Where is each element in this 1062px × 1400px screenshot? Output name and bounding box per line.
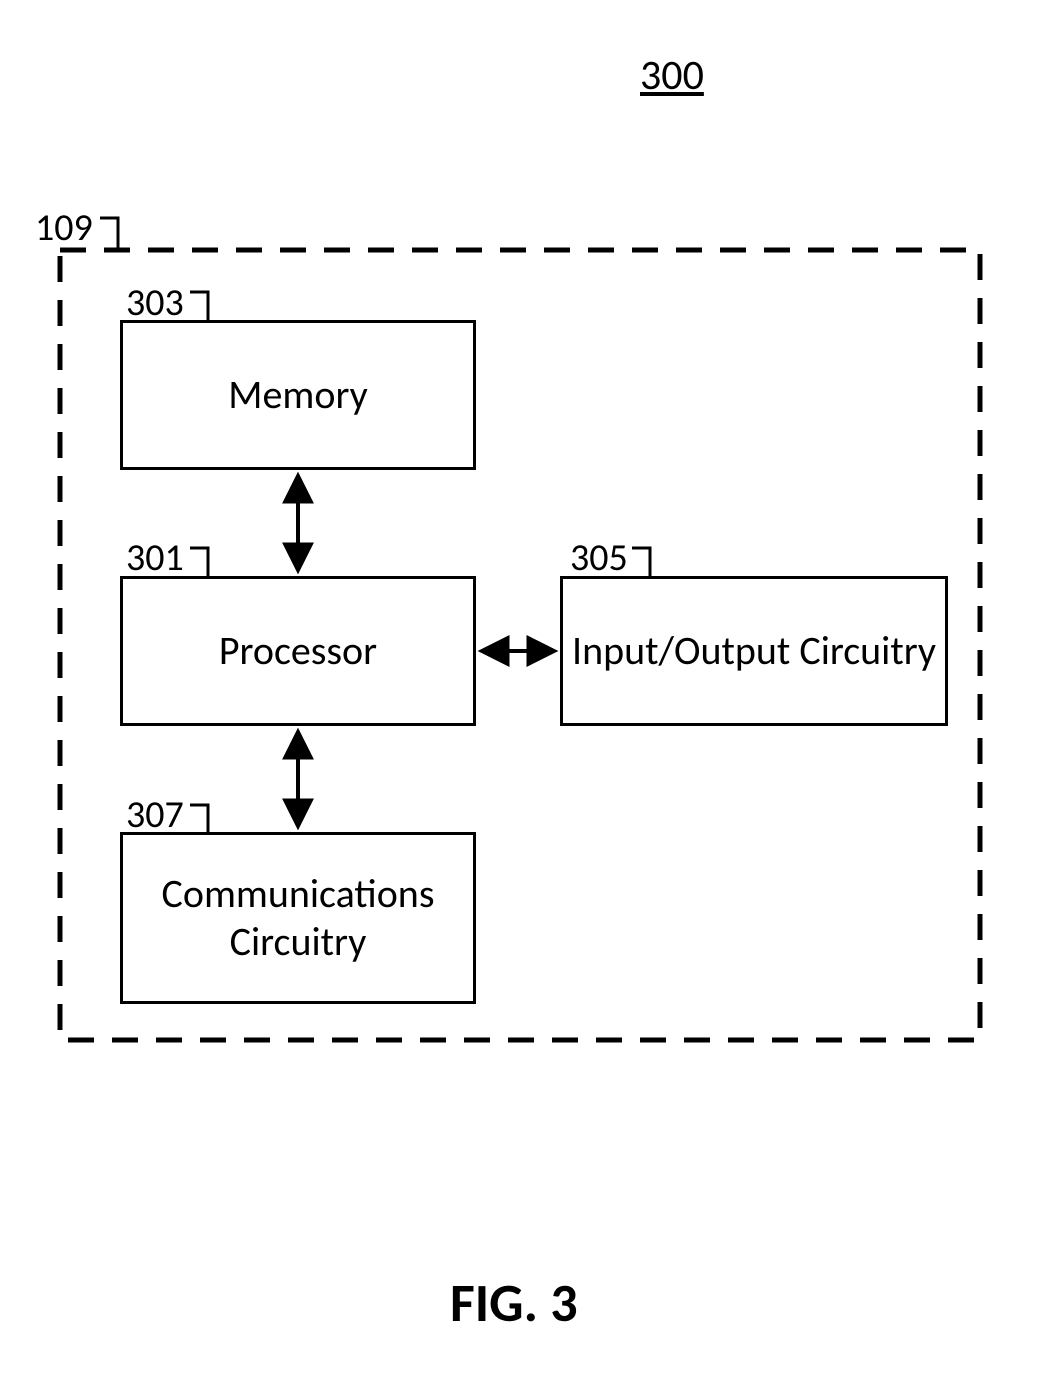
figure-caption: FIG. 3 xyxy=(450,1270,578,1336)
diagram-stage: 300 109 303 Memory 301 Processor 305 Inp… xyxy=(0,0,1062,1400)
arrows xyxy=(0,0,1062,1400)
